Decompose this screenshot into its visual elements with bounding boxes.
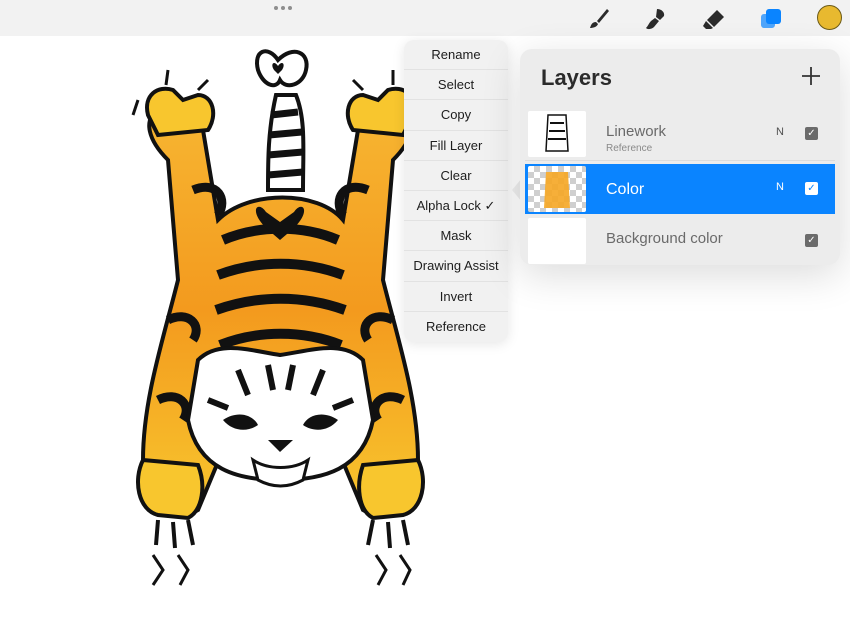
menu-item-invert[interactable]: Invert xyxy=(404,282,508,312)
layer-thumbnail xyxy=(528,166,586,212)
layer-thumbnail xyxy=(528,218,586,264)
blend-mode[interactable]: N xyxy=(776,181,784,193)
layer-subtitle: Reference xyxy=(606,143,653,154)
color-picker[interactable] xyxy=(817,5,842,30)
panel-title: Layers xyxy=(541,65,612,90)
layer-thumbnail xyxy=(528,111,586,157)
menu-item-select[interactable]: Select xyxy=(404,70,508,101)
layer-name: Color xyxy=(606,181,645,198)
layer-name: Linework xyxy=(606,123,667,140)
menu-item-drawing-assist[interactable]: Drawing Assist xyxy=(404,251,508,282)
brush-icon[interactable] xyxy=(585,6,611,32)
layer-row-color[interactable]: Color N ✓ xyxy=(525,164,835,214)
menu-item-reference[interactable]: Reference xyxy=(404,312,508,342)
plus-icon xyxy=(802,67,820,85)
layer-options-menu: Rename Select Copy Fill Layer Clear Alph… xyxy=(404,40,508,342)
menu-item-fill-layer[interactable]: Fill Layer xyxy=(404,131,508,161)
layer-name: Background color xyxy=(606,230,723,247)
top-toolbar xyxy=(0,0,850,36)
divider xyxy=(525,160,835,161)
layer-row-background[interactable]: Background color ✓ xyxy=(525,216,835,266)
visibility-checkbox[interactable]: ✓ xyxy=(805,234,818,247)
layers-icon[interactable] xyxy=(758,6,784,32)
layer-row-linework[interactable]: Linework Reference N ✓ xyxy=(525,109,835,159)
more-options-icon[interactable] xyxy=(274,4,294,12)
eraser-icon[interactable] xyxy=(700,6,726,32)
menu-item-rename[interactable]: Rename xyxy=(404,40,508,71)
menu-item-alpha-lock[interactable]: Alpha Lock ✓ xyxy=(404,191,508,222)
add-layer-button[interactable] xyxy=(800,65,822,87)
visibility-checkbox[interactable]: ✓ xyxy=(805,127,818,140)
smudge-icon[interactable] xyxy=(642,6,668,32)
menu-item-copy[interactable]: Copy xyxy=(404,100,508,131)
menu-item-clear[interactable]: Clear xyxy=(404,161,508,191)
menu-item-mask[interactable]: Mask xyxy=(404,221,508,252)
canvas-artwork[interactable] xyxy=(128,40,433,590)
layers-panel: Layers Linework Reference N ✓ Color N ✓ … xyxy=(520,49,840,265)
visibility-checkbox[interactable]: ✓ xyxy=(805,182,818,195)
blend-mode[interactable]: N xyxy=(776,126,784,138)
